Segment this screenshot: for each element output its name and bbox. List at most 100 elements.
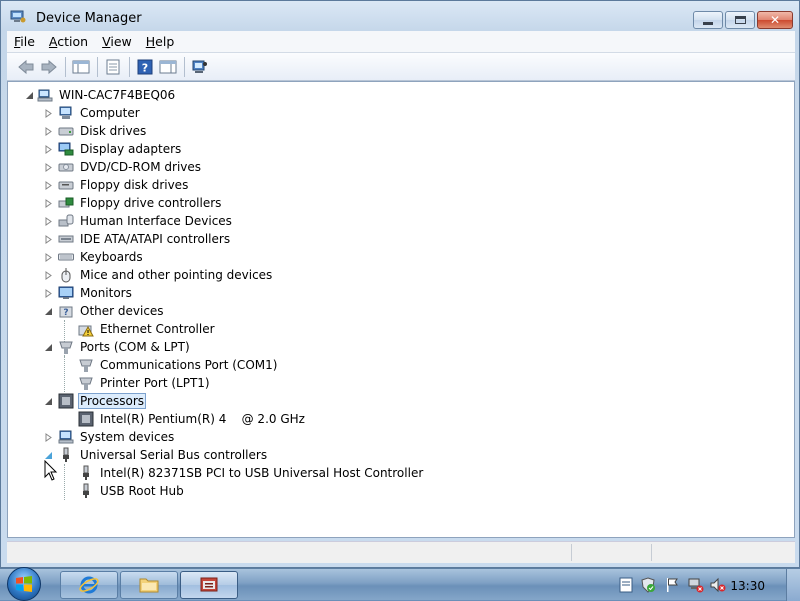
monitor-icon — [58, 286, 74, 299]
expand-arrow-icon[interactable] — [44, 271, 53, 280]
tree-category[interactable]: DVD/CD-ROM drives — [44, 158, 203, 176]
tree-category[interactable]: Disk drives — [44, 122, 148, 140]
maximize-icon — [734, 16, 746, 24]
notification-icon[interactable] — [618, 577, 634, 593]
maximize-button[interactable] — [725, 11, 755, 29]
minimize-button[interactable] — [693, 11, 723, 29]
collapse-arrow-icon[interactable] — [44, 307, 53, 316]
menu-file[interactable]: File — [7, 32, 42, 52]
clock[interactable]: 13:30 — [730, 579, 765, 593]
security-shield-icon[interactable] — [640, 577, 656, 593]
category-label: Mice and other pointing devices — [80, 268, 273, 282]
expand-arrow-icon[interactable] — [44, 163, 53, 172]
tree-device[interactable]: Communications Port (COM1) — [78, 356, 279, 374]
system-device-icon — [58, 430, 74, 444]
toolbar-separator — [65, 56, 66, 77]
tree-category[interactable]: Human Interface Devices — [44, 212, 234, 230]
show-hide-console-tree-button[interactable] — [70, 56, 92, 78]
close-icon: ✕ — [769, 13, 781, 27]
tree-category[interactable]: Floppy drive controllers — [44, 194, 223, 212]
mouse-cursor-icon — [44, 460, 58, 481]
tree-category[interactable]: Computer — [44, 104, 142, 122]
volume-muted-icon[interactable] — [710, 577, 726, 593]
title-bar[interactable]: Device Manager ✕ — [1, 1, 799, 31]
action-center-flag-icon[interactable] — [664, 577, 680, 593]
taskbar-windows-explorer[interactable] — [120, 571, 178, 599]
warning-device-icon — [78, 325, 94, 337]
tree-device[interactable]: Printer Port (LPT1) — [78, 374, 212, 392]
category-label: Computer — [80, 106, 140, 120]
action-pane-icon — [159, 60, 177, 73]
windows-logo-icon — [16, 576, 32, 592]
collapse-arrow-icon[interactable] — [44, 343, 53, 352]
taskbar-internet-explorer[interactable] — [60, 571, 118, 599]
expand-arrow-icon[interactable] — [44, 289, 53, 298]
properties-icon — [106, 59, 120, 74]
expand-arrow-icon[interactable] — [44, 235, 53, 244]
tree-category[interactable]: Monitors — [44, 284, 134, 302]
forward-button[interactable] — [38, 56, 60, 78]
expand-arrow-icon[interactable] — [44, 199, 53, 208]
taskbar: 13:30 — [0, 567, 800, 601]
scan-hardware-icon — [192, 60, 207, 73]
tree-category[interactable]: System devices — [44, 428, 176, 446]
ide-controller-icon — [58, 235, 74, 243]
menu-action-accel: A — [48, 33, 58, 49]
system-tray: 13:30 — [590, 569, 800, 601]
computer-icon — [37, 89, 53, 102]
menu-help[interactable]: Help — [139, 32, 182, 52]
tree-device[interactable]: Intel(R) 82371SB PCI to USB Universal Ho… — [78, 464, 425, 482]
category-label: Floppy disk drives — [80, 178, 189, 192]
expand-arrow-icon[interactable] — [44, 109, 53, 118]
expand-arrow-icon[interactable] — [44, 433, 53, 442]
show-desktop-button[interactable] — [786, 569, 800, 601]
start-button[interactable] — [7, 567, 41, 601]
properties-button[interactable] — [102, 56, 124, 78]
device-label: Intel(R) Pentium(R) 4 @ 2.0 GHz — [100, 412, 305, 426]
toolbar-separator — [97, 56, 98, 77]
menu-action[interactable]: Action — [42, 32, 95, 52]
action-pane-button[interactable] — [157, 56, 179, 78]
tree-category[interactable]: Mice and other pointing devices — [44, 266, 274, 284]
dvd-drive-icon — [58, 163, 74, 172]
network-disconnected-icon[interactable] — [688, 577, 704, 593]
menu-file-label: ile — [20, 33, 35, 49]
tree-category[interactable]: ? Other devices — [44, 302, 166, 320]
tree-category[interactable]: Keyboards — [44, 248, 145, 266]
collapse-arrow-icon[interactable] — [44, 397, 53, 406]
category-label: Human Interface Devices — [80, 214, 232, 228]
tree-category[interactable]: Floppy disk drives — [44, 176, 190, 194]
controller-icon — [58, 197, 74, 208]
collapse-arrow-icon[interactable] — [25, 91, 34, 100]
tree-category-selected[interactable]: Processors — [44, 392, 147, 410]
internet-explorer-icon — [79, 576, 99, 594]
tree-category[interactable]: Universal Serial Bus controllers — [44, 446, 269, 464]
device-tree[interactable]: WIN-CAC7F4BEQ06 Computer Disk drives Dis… — [7, 81, 795, 538]
minimize-icon — [703, 21, 713, 25]
menu-help-label: elp — [155, 33, 175, 49]
tree-device[interactable]: USB Root Hub — [78, 482, 186, 500]
category-label: Disk drives — [80, 124, 147, 138]
tree-category[interactable]: Ports (COM & LPT) — [44, 338, 192, 356]
menu-view[interactable]: View — [95, 32, 139, 52]
tree-root[interactable]: WIN-CAC7F4BEQ06 — [25, 86, 177, 104]
help-button[interactable]: ? — [134, 56, 156, 78]
forward-arrow-icon — [41, 59, 57, 74]
back-button[interactable] — [15, 56, 37, 78]
tree-device[interactable]: Ethernet Controller — [78, 320, 217, 338]
scan-hardware-button[interactable] — [189, 56, 211, 78]
expand-arrow-icon[interactable] — [44, 253, 53, 262]
back-arrow-icon — [18, 59, 34, 74]
collapse-arrow-icon[interactable] — [44, 451, 53, 460]
tree-device[interactable]: Intel(R) Pentium(R) 4 @ 2.0 GHz — [78, 410, 307, 428]
expand-arrow-icon[interactable] — [44, 217, 53, 226]
taskbar-device-manager[interactable] — [180, 571, 238, 599]
expand-arrow-icon[interactable] — [44, 145, 53, 154]
close-button[interactable]: ✕ — [757, 11, 793, 29]
toolbar: ? — [7, 53, 795, 81]
tree-category[interactable]: IDE ATA/ATAPI controllers — [44, 230, 232, 248]
hid-icon — [58, 214, 74, 227]
expand-arrow-icon[interactable] — [44, 181, 53, 190]
expand-arrow-icon[interactable] — [44, 127, 53, 136]
tree-category[interactable]: Display adapters — [44, 140, 183, 158]
